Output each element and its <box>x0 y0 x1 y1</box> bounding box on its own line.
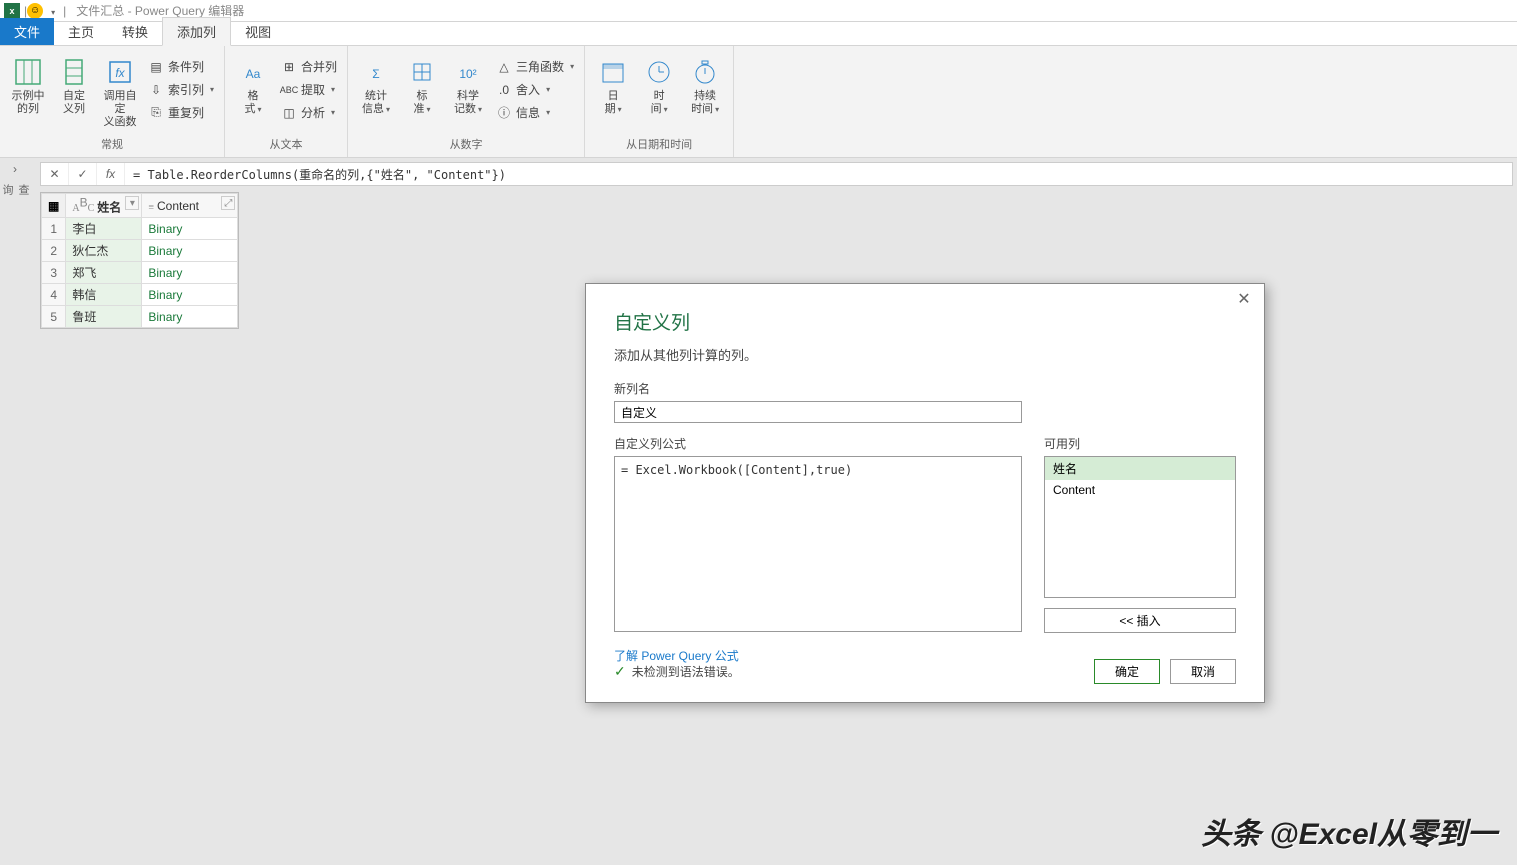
excel-icon: x <box>4 3 20 19</box>
column-expand-icon[interactable]: ⤢ <box>221 196 235 210</box>
ok-button[interactable]: 确定 <box>1094 659 1160 684</box>
formula-input[interactable] <box>125 167 1512 181</box>
time-button[interactable]: 时 间 <box>637 52 681 120</box>
ribbon-tabs: 文件 主页 转换 添加列 视图 <box>0 22 1517 46</box>
ribbon-group-number: Σ统计 信息 标 准 10²科学 记数 △三角函数 .0舍入 ⓘ信息 从数字 <box>348 46 585 157</box>
table-row[interactable]: 3郑飞Binary <box>42 262 238 284</box>
extract-button[interactable]: ABC提取 <box>277 79 341 100</box>
column-header-name[interactable]: ABC姓名▾ <box>66 194 142 218</box>
row-header[interactable]: 1 <box>42 218 66 240</box>
tab-add-column[interactable]: 添加列 <box>162 17 231 46</box>
rounding-button[interactable]: .0舍入 <box>492 79 578 100</box>
check-icon: ✓ <box>614 663 626 680</box>
cell-name[interactable]: 郑飞 <box>66 262 142 284</box>
close-button[interactable]: ✕ <box>1232 287 1256 311</box>
watermark: 头条 @Excel从零到一 <box>1201 809 1497 853</box>
svg-text:Aa: Aa <box>246 67 261 81</box>
trig-button[interactable]: △三角函数 <box>492 56 578 77</box>
list-item[interactable]: Content <box>1045 480 1235 500</box>
row-header[interactable]: 4 <box>42 284 66 306</box>
formula-fx[interactable]: fx <box>97 163 125 185</box>
table-row[interactable]: 5鲁班Binary <box>42 306 238 328</box>
queries-pane-toggle[interactable]: › 查询 <box>0 162 30 202</box>
tab-transform[interactable]: 转换 <box>108 18 162 45</box>
cell-name[interactable]: 韩信 <box>66 284 142 306</box>
date-button[interactable]: 日 期 <box>591 52 635 120</box>
insert-button[interactable]: << 插入 <box>1044 608 1236 633</box>
scientific-button[interactable]: 10²科学 记数 <box>446 52 490 120</box>
qat-dropdown[interactable] <box>49 4 55 18</box>
ribbon: 示例中 的列 自定 义列 fx调用自定 义函数 ▤条件列 ⇩索引列 ⎘重复列 常… <box>0 46 1517 158</box>
formula-label: 自定义列公式 <box>614 435 1030 452</box>
custom-column-dialog: ✕ 自定义列 添加从其他列计算的列。 新列名 自定义列公式 了解 Power Q… <box>585 283 1265 703</box>
new-column-name-label: 新列名 <box>614 380 1236 397</box>
row-header[interactable]: 3 <box>42 262 66 284</box>
smiley-icon[interactable]: ☺ <box>27 3 43 19</box>
ribbon-group-general: 示例中 的列 自定 义列 fx调用自定 义函数 ▤条件列 ⇩索引列 ⎘重复列 常… <box>0 46 225 157</box>
cell-content[interactable]: Binary <box>142 284 238 306</box>
column-header-content[interactable]: ≡Content⤢ <box>142 194 238 218</box>
list-item[interactable]: 姓名 <box>1045 457 1235 480</box>
formula-cancel[interactable]: ✕ <box>41 163 69 185</box>
statistics-button[interactable]: Σ统计 信息 <box>354 52 398 120</box>
ribbon-group-text: Aa格 式 ⊞合并列 ABC提取 ◫分析 从文本 <box>225 46 348 157</box>
queries-label: 查询 <box>0 184 31 202</box>
table-row[interactable]: 1李白Binary <box>42 218 238 240</box>
available-columns-list[interactable]: 姓名 Content <box>1044 456 1236 598</box>
data-grid: ▦ ABC姓名▾ ≡Content⤢ 1李白Binary2狄仁杰Binary3郑… <box>40 192 239 329</box>
cell-content[interactable]: Binary <box>142 240 238 262</box>
formula-commit[interactable]: ✓ <box>69 163 97 185</box>
tab-view[interactable]: 视图 <box>231 18 285 45</box>
cell-name[interactable]: 李白 <box>66 218 142 240</box>
merge-columns-button[interactable]: ⊞合并列 <box>277 56 341 77</box>
cell-name[interactable]: 鲁班 <box>66 306 142 328</box>
conditional-column-button[interactable]: ▤条件列 <box>144 56 218 77</box>
format-button[interactable]: Aa格 式 <box>231 52 275 120</box>
tab-file[interactable]: 文件 <box>0 18 54 45</box>
custom-formula-input[interactable] <box>614 456 1022 632</box>
row-header[interactable]: 2 <box>42 240 66 262</box>
column-dropdown-icon[interactable]: ▾ <box>125 196 139 210</box>
table-row[interactable]: 4韩信Binary <box>42 284 238 306</box>
cancel-button[interactable]: 取消 <box>1170 659 1236 684</box>
cell-content[interactable]: Binary <box>142 218 238 240</box>
new-column-name-input[interactable] <box>614 401 1022 423</box>
tab-home[interactable]: 主页 <box>54 18 108 45</box>
ribbon-group-datetime: 日 期 时 间 持续 时间 从日期和时间 <box>585 46 734 157</box>
standard-button[interactable]: 标 准 <box>400 52 444 120</box>
qat-sep: | <box>63 4 66 18</box>
formula-bar: ✕ ✓ fx <box>40 162 1513 186</box>
row-header[interactable]: 5 <box>42 306 66 328</box>
invoke-custom-function-button[interactable]: fx调用自定 义函数 <box>98 52 142 133</box>
parse-button[interactable]: ◫分析 <box>277 102 341 123</box>
chevron-right-icon: › <box>13 162 17 176</box>
cell-content[interactable]: Binary <box>142 262 238 284</box>
column-from-examples-button[interactable]: 示例中 的列 <box>6 52 50 120</box>
info-button[interactable]: ⓘ信息 <box>492 102 578 123</box>
syntax-status: ✓未检测到语法错误。 <box>614 663 740 680</box>
dialog-description: 添加从其他列计算的列。 <box>614 345 1236 364</box>
dialog-title: 自定义列 <box>614 308 1236 335</box>
duplicate-column-button[interactable]: ⎘重复列 <box>144 102 218 123</box>
cell-name[interactable]: 狄仁杰 <box>66 240 142 262</box>
svg-text:10²: 10² <box>459 67 476 81</box>
custom-column-button[interactable]: 自定 义列 <box>52 52 96 120</box>
table-corner[interactable]: ▦ <box>42 194 66 218</box>
svg-text:fx: fx <box>115 66 125 80</box>
cell-content[interactable]: Binary <box>142 306 238 328</box>
duration-button[interactable]: 持续 时间 <box>683 52 727 120</box>
table-row[interactable]: 2狄仁杰Binary <box>42 240 238 262</box>
svg-text:Σ: Σ <box>372 67 379 81</box>
index-column-button[interactable]: ⇩索引列 <box>144 79 218 100</box>
available-columns-label: 可用列 <box>1044 435 1236 452</box>
